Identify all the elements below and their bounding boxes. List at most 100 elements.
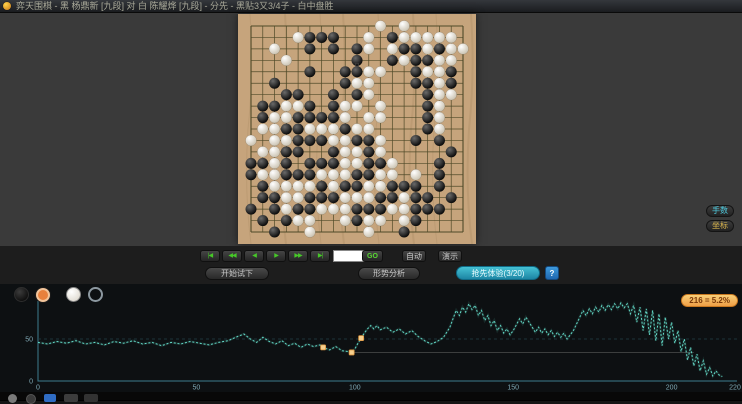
stone-white bbox=[398, 191, 410, 204]
stone-black bbox=[257, 112, 269, 124]
stone-white bbox=[268, 180, 281, 192]
stone-white bbox=[374, 100, 387, 112]
stone-black bbox=[304, 100, 316, 112]
help-button[interactable]: ? bbox=[545, 266, 559, 280]
stone-black bbox=[363, 169, 375, 181]
stone-white bbox=[304, 226, 316, 238]
nav-last-button[interactable]: ▶| bbox=[310, 250, 330, 262]
nav-fast-back-button[interactable]: ◀◀ bbox=[222, 250, 242, 262]
stone-black bbox=[304, 43, 316, 55]
stone-black bbox=[269, 192, 281, 204]
stone-white bbox=[363, 88, 375, 101]
stone-black bbox=[351, 169, 363, 181]
winrate-tooltip: 216 = 5.2% bbox=[681, 294, 738, 307]
stone-black bbox=[304, 192, 316, 204]
stone-white bbox=[374, 180, 387, 192]
stone-white bbox=[268, 169, 281, 181]
go-button[interactable]: GO bbox=[362, 250, 383, 262]
stone-white bbox=[339, 214, 351, 227]
app-window: 弈天围棋 - 黑 杨鼎新 [九段] 对 白 陈耀烨 [九段] - 分先 - 黑贴… bbox=[0, 0, 742, 404]
stone-white bbox=[339, 100, 351, 112]
stone-black bbox=[410, 77, 422, 89]
stone-black bbox=[410, 54, 422, 66]
stone-black bbox=[398, 43, 410, 55]
stone-white bbox=[280, 54, 293, 67]
premium-analysis-button[interactable]: 抢先体验(3/20) bbox=[456, 266, 540, 280]
stone-white bbox=[292, 100, 304, 112]
stone-white bbox=[386, 169, 399, 181]
stone-white bbox=[374, 66, 387, 78]
stone-white bbox=[292, 180, 304, 192]
stone-black bbox=[292, 146, 304, 158]
stone-black bbox=[280, 215, 292, 227]
winrate-chart[interactable]: 0 50 100 150 200 220 0 50 bbox=[0, 284, 742, 392]
black-stone-icon[interactable] bbox=[14, 287, 29, 303]
taskbar-window-icon[interactable] bbox=[64, 394, 78, 402]
stone-white bbox=[398, 31, 410, 44]
position-analysis-button[interactable]: 形势分析 bbox=[358, 267, 420, 280]
stone-white bbox=[457, 43, 469, 55]
stone-black bbox=[257, 157, 269, 169]
stone-black bbox=[410, 66, 422, 78]
stone-black bbox=[363, 203, 375, 215]
auto-play-button[interactable]: 自动 bbox=[402, 250, 426, 262]
nav-fast-forward-button[interactable]: ▶▶ bbox=[288, 250, 308, 262]
start-trial-button[interactable]: 开始试下 bbox=[205, 267, 269, 280]
demo-button[interactable]: 演示 bbox=[438, 250, 462, 262]
black-selected-toggle[interactable] bbox=[36, 287, 51, 302]
title-bar[interactable]: 弈天围棋 - 黑 杨鼎新 [九段] 对 白 陈耀烨 [九段] - 分先 - 黑贴… bbox=[0, 0, 742, 13]
stone-black bbox=[375, 203, 387, 215]
taskbar-window-icon[interactable] bbox=[84, 394, 98, 402]
stone-white bbox=[374, 214, 387, 227]
nav-back-button[interactable]: ◀ bbox=[244, 250, 264, 262]
stone-black bbox=[339, 123, 351, 135]
stone-white bbox=[327, 134, 340, 147]
stone-white bbox=[339, 191, 351, 204]
stone-white bbox=[339, 134, 351, 147]
stone-white bbox=[374, 111, 387, 124]
stone-white bbox=[363, 180, 375, 192]
stone-black bbox=[245, 203, 257, 215]
stone-black bbox=[245, 157, 257, 169]
stone-white bbox=[398, 20, 410, 32]
stone-black bbox=[327, 89, 339, 101]
stone-black bbox=[269, 226, 281, 238]
stone-black bbox=[422, 54, 434, 66]
coordinates-toggle[interactable]: 坐标 bbox=[706, 220, 734, 232]
stone-white bbox=[268, 111, 281, 124]
nav-forward-button[interactable]: ▶ bbox=[266, 250, 286, 262]
nav-first-button[interactable]: |◀ bbox=[200, 250, 220, 262]
taskbar-circle-icon[interactable] bbox=[8, 394, 17, 403]
white-unselected-toggle[interactable] bbox=[88, 287, 104, 303]
stone-black bbox=[316, 157, 328, 169]
stone-black bbox=[327, 31, 339, 43]
stone-black bbox=[327, 157, 339, 169]
stone-white bbox=[445, 88, 457, 101]
stone-black bbox=[316, 134, 328, 146]
stone-white bbox=[351, 77, 363, 89]
stone-black bbox=[316, 112, 328, 124]
stone-white bbox=[351, 146, 363, 158]
svg-text:100: 100 bbox=[349, 385, 361, 392]
stone-black bbox=[363, 146, 375, 158]
white-stone-icon[interactable] bbox=[65, 287, 81, 303]
stone-white bbox=[445, 31, 457, 44]
go-board[interactable] bbox=[238, 13, 476, 245]
taskbar-start-icon[interactable] bbox=[44, 394, 56, 402]
stone-black bbox=[327, 43, 339, 55]
stone-black bbox=[292, 169, 304, 181]
stone-white bbox=[268, 123, 281, 135]
move-numbers-toggle[interactable]: 手数 bbox=[706, 205, 734, 217]
stone-black bbox=[351, 66, 363, 78]
stone-black bbox=[327, 146, 339, 158]
taskbar[interactable] bbox=[0, 392, 742, 404]
stone-black bbox=[410, 134, 422, 146]
stone-black bbox=[292, 89, 304, 101]
move-number-input[interactable] bbox=[333, 250, 365, 262]
stone-white bbox=[445, 43, 457, 55]
stone-white bbox=[280, 100, 293, 112]
taskbar-circle-icon[interactable] bbox=[26, 394, 36, 404]
stone-black bbox=[292, 123, 304, 135]
stone-black bbox=[339, 180, 351, 192]
stone-black bbox=[422, 112, 434, 124]
